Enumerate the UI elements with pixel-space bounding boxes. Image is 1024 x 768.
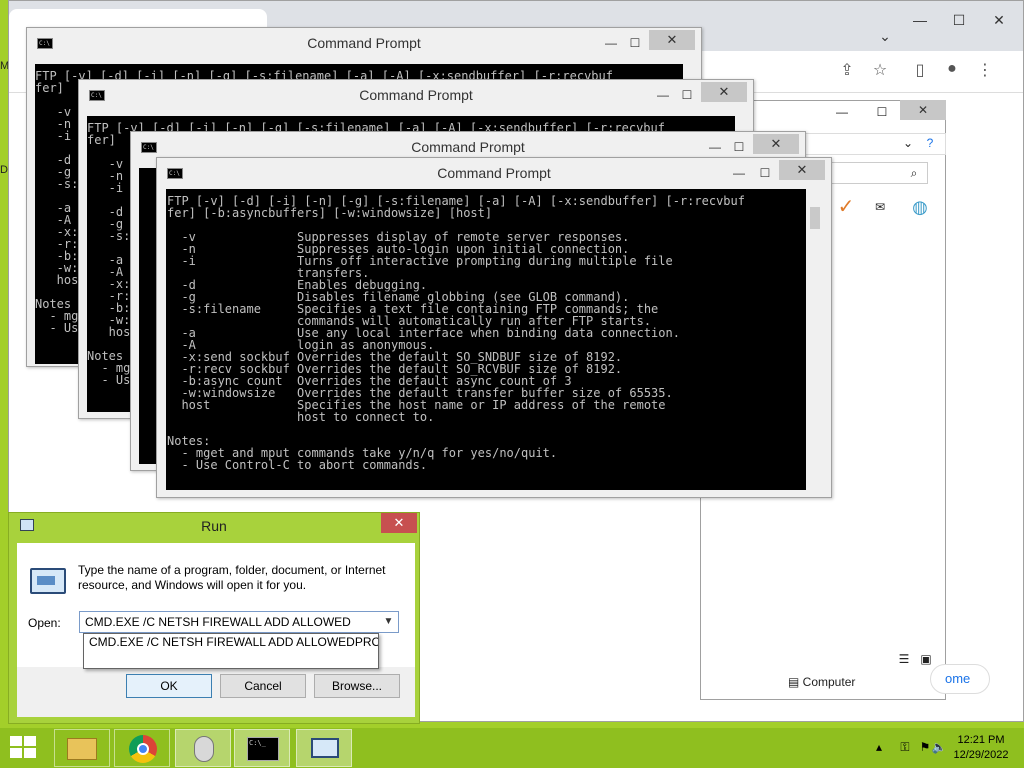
desktop-icon-label[interactable]: D — [0, 164, 8, 176]
run-icon — [311, 738, 339, 758]
maximize-button[interactable]: ☐ — [627, 35, 643, 51]
cmd-icon: C:\_ — [247, 737, 279, 761]
share-icon[interactable]: ⇪ — [836, 60, 858, 80]
minimize-button[interactable]: — — [905, 10, 935, 30]
minimize-button[interactable]: — — [603, 35, 619, 51]
close-button[interactable]: ✕ — [649, 30, 695, 50]
run-program-icon — [30, 568, 66, 594]
run-description: Type the name of a program, folder, docu… — [78, 563, 386, 592]
window-title: Command Prompt — [359, 87, 473, 103]
cmd-window-active[interactable]: C:\ Command Prompt — ☐ ✕ FTP [-v] [-d] [… — [156, 157, 832, 498]
scrollbar-thumb[interactable] — [810, 207, 820, 229]
clock-date: 12/29/2022 — [953, 749, 1009, 761]
browse-button[interactable]: Browse... — [314, 674, 400, 698]
side-panel-icon[interactable]: ▯ — [909, 60, 931, 80]
start-button[interactable] — [10, 736, 38, 760]
taskbar-file-explorer[interactable] — [54, 729, 110, 767]
chrome-icon — [129, 735, 157, 763]
window-title: Command Prompt — [307, 35, 421, 51]
clock-time: 12:21 PM — [957, 734, 1005, 746]
open-input[interactable]: CMD.EXE /C NETSH FIREWALL ADD ALLOWED — [79, 611, 399, 633]
help-icon[interactable]: ? — [918, 134, 942, 152]
maximize-button[interactable]: ☐ — [870, 103, 894, 121]
large-icons-view-icon[interactable]: ▣ — [914, 650, 938, 668]
menu-icon[interactable]: ⋮ — [974, 60, 996, 80]
globe-icon[interactable]: ◍ — [908, 198, 932, 216]
taskbar-run[interactable] — [296, 729, 352, 767]
close-button[interactable]: ✕ — [984, 10, 1014, 30]
chevron-down-icon[interactable]: ⌄ — [896, 134, 920, 152]
mouse-icon — [194, 736, 214, 762]
close-button[interactable]: ✕ — [779, 160, 825, 180]
console-output: FTP [-v] [-d] [-i] [-n] [-g] [-s:filenam… — [166, 189, 806, 490]
computer-icon: ▤ — [788, 675, 803, 689]
maximize-button[interactable]: ☐ — [757, 165, 773, 181]
network-icon[interactable]: ⚿ — [896, 734, 914, 760]
details-view-icon[interactable]: ☰ — [892, 650, 916, 668]
close-button[interactable]: ✕ — [381, 513, 417, 533]
dialog-title: Run — [201, 518, 227, 534]
chevron-down-icon[interactable]: ▼ — [379, 612, 398, 632]
mail-icon[interactable]: ✉ — [868, 198, 892, 216]
bookmark-star-icon[interactable]: ☆ — [869, 60, 891, 80]
checkmark-icon[interactable]: ✓ — [834, 197, 858, 217]
open-label: Open: — [28, 616, 61, 630]
window-title: Command Prompt — [437, 165, 551, 181]
minimize-button[interactable]: — — [655, 87, 671, 103]
maximize-button[interactable]: ☐ — [731, 139, 747, 155]
status-computer: ▤ Computer — [788, 675, 856, 689]
taskbar-mouse-properties[interactable] — [175, 729, 231, 767]
chevron-down-icon[interactable]: ⌄ — [870, 26, 900, 46]
close-button[interactable]: ✕ — [900, 100, 946, 120]
folder-icon — [67, 738, 97, 760]
minimize-button[interactable]: — — [731, 165, 747, 181]
volume-icon[interactable]: 🔈 — [930, 734, 948, 760]
search-icon[interactable]: ⌕ — [902, 164, 926, 182]
taskbar-clock[interactable]: 12:21 PM 12/29/2022 — [950, 733, 1012, 763]
chevron-up-icon[interactable]: ▴ — [872, 734, 886, 760]
close-button[interactable]: ✕ — [753, 134, 799, 154]
close-button[interactable]: ✕ — [701, 82, 747, 102]
windows-logo-icon — [10, 736, 22, 746]
cancel-button[interactable]: Cancel — [220, 674, 306, 698]
minimize-button[interactable]: — — [707, 139, 723, 155]
ok-button[interactable]: OK — [126, 674, 212, 698]
autocomplete-suggestion[interactable]: CMD.EXE /C NETSH FIREWALL ADD ALLOWEDPRO… — [83, 633, 379, 669]
taskbar-command-prompt[interactable]: C:\_ — [234, 729, 290, 767]
profile-icon[interactable]: ● — [941, 60, 963, 78]
minimize-button[interactable]: — — [830, 103, 854, 121]
maximize-button[interactable]: ☐ — [944, 10, 974, 30]
home-button[interactable]: ome — [930, 664, 990, 694]
taskbar-chrome[interactable] — [114, 729, 170, 767]
maximize-button[interactable]: ☐ — [679, 87, 695, 103]
vertical-scrollbar[interactable] — [807, 189, 823, 490]
